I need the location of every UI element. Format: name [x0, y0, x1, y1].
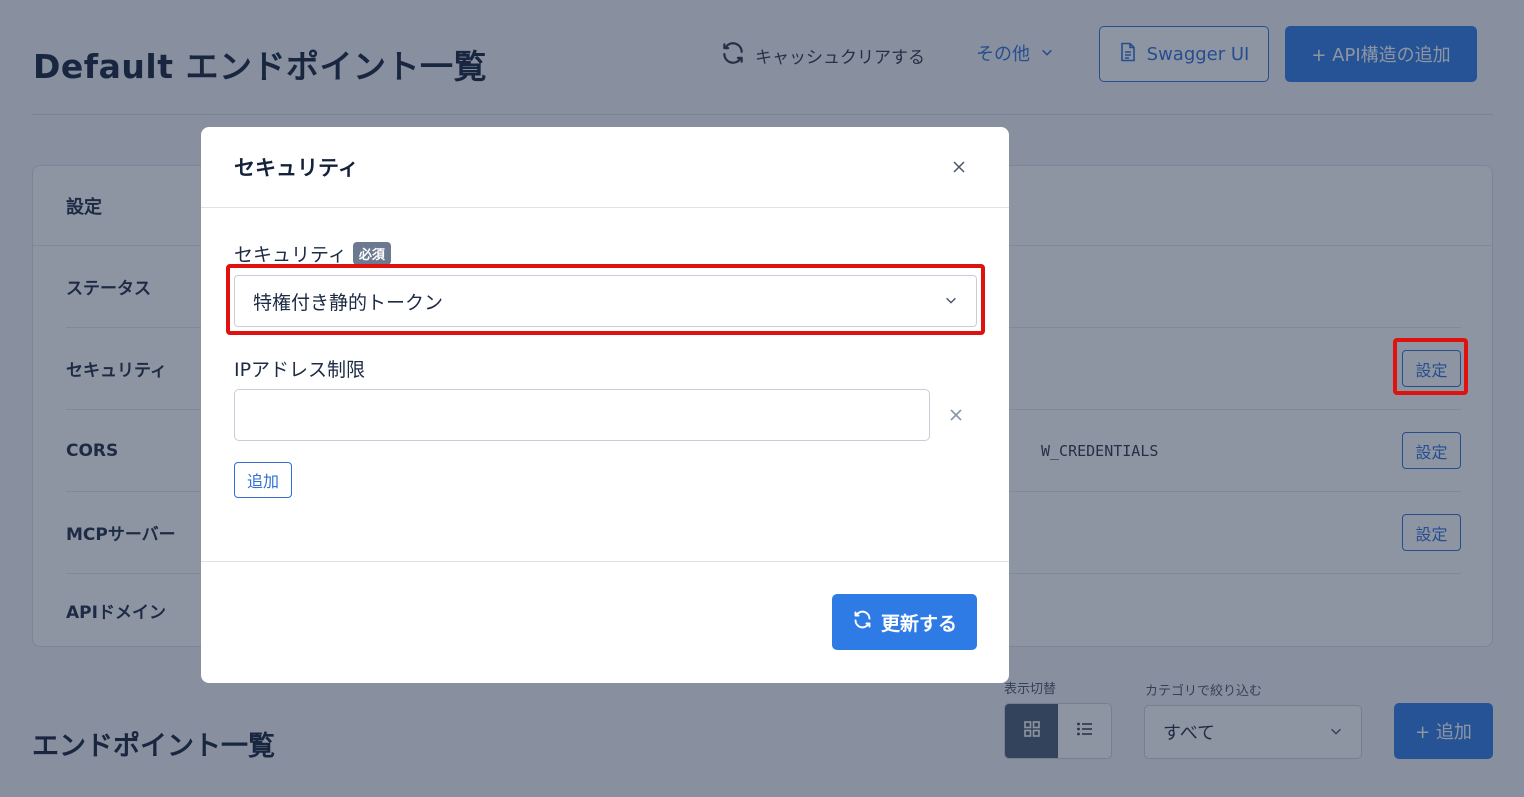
update-label: 更新する	[880, 612, 957, 635]
modal-header: セキュリティ	[201, 127, 1009, 208]
security-selected-value: 特権付き静的トークン	[253, 291, 444, 314]
security-field-label: セキュリティ 必須	[234, 240, 391, 267]
close-icon	[949, 407, 963, 426]
required-badge: 必須	[352, 242, 391, 265]
chevron-down-icon	[944, 290, 958, 312]
ip-remove-button[interactable]	[947, 407, 965, 425]
refresh-icon	[852, 609, 873, 635]
ip-label-text: IPアドレス制限	[234, 359, 366, 381]
security-modal: セキュリティ セキュリティ 必須 特権付き静的トークン IPアドレス制限 追加	[201, 127, 1009, 683]
ip-add-button[interactable]: 追加	[234, 462, 292, 498]
modal-footer-divider	[201, 561, 1009, 562]
security-label-text: セキュリティ	[234, 244, 347, 266]
modal-close-button[interactable]	[949, 158, 969, 178]
ip-address-input[interactable]	[234, 389, 930, 441]
ip-restriction-label: IPアドレス制限	[234, 355, 365, 382]
security-type-select[interactable]: 特権付き静的トークン	[234, 275, 977, 327]
close-icon	[952, 159, 966, 178]
modal-title: セキュリティ	[234, 156, 359, 180]
update-button[interactable]: 更新する	[832, 594, 977, 650]
